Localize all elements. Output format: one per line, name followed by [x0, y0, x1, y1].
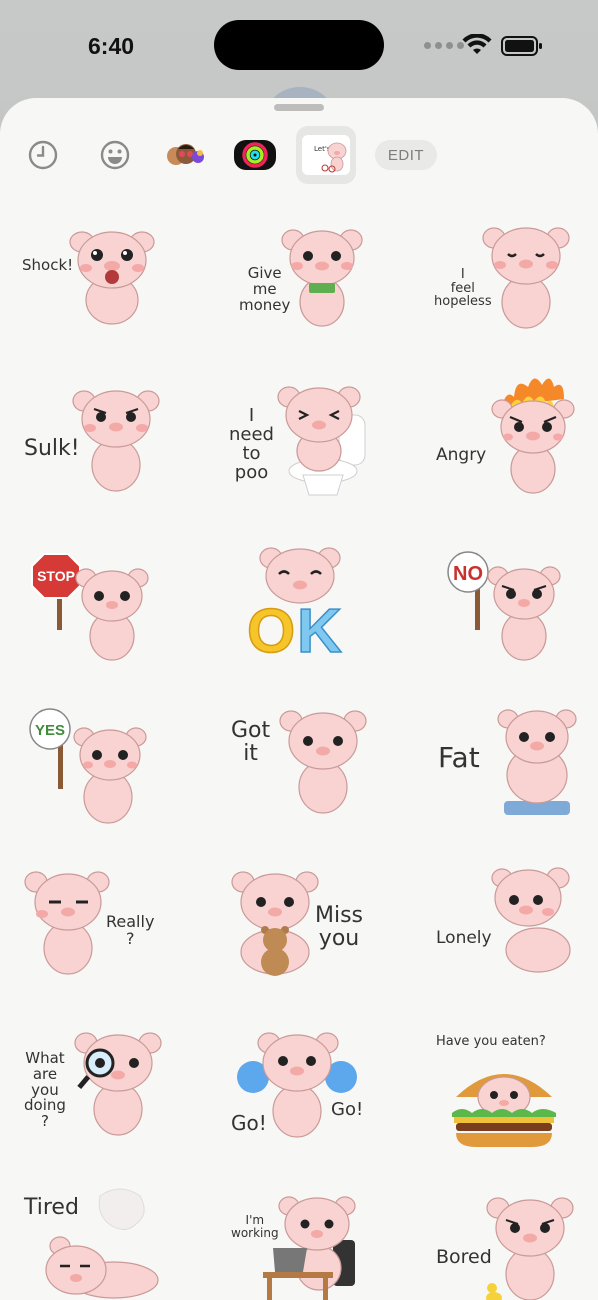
- pig-with-duck-illustration: [486, 1197, 574, 1300]
- clock-icon: [28, 140, 58, 170]
- sticker-miss-you[interactable]: Miss you: [199, 854, 398, 1015]
- pig-with-ok-letters-illustration: O K: [246, 547, 343, 660]
- sticker-sulk[interactable]: Sulk!: [0, 371, 199, 532]
- wifi-icon: [462, 34, 492, 54]
- pig-with-sign-illustration: STOP: [31, 553, 149, 661]
- cellular-signal-icon: [424, 42, 464, 49]
- sticker-label: Fat: [438, 741, 480, 774]
- sticker-label: What are you doing ?: [24, 1049, 66, 1130]
- sign-text: STOP: [37, 568, 75, 584]
- pig-illustration: [281, 229, 363, 327]
- ok-letter-o: O: [247, 597, 295, 660]
- sticker-label: Angry: [436, 445, 487, 465]
- pig-on-scale-illustration: [497, 709, 577, 815]
- pig-illustration: [491, 867, 571, 973]
- sticker-got-it[interactable]: Got it: [199, 693, 398, 854]
- tab-emoji[interactable]: [92, 126, 138, 184]
- sticker-angry[interactable]: Angry: [398, 371, 597, 532]
- tab-pig-sticker-pack[interactable]: Let's go: [296, 126, 356, 184]
- tab-memoji[interactable]: [160, 126, 210, 184]
- tab-recent[interactable]: [20, 126, 66, 184]
- smiley-icon: [100, 140, 130, 170]
- tab-activity[interactable]: [232, 126, 278, 184]
- sticker-sheet: Let's go EDIT Shock! Give me money I fee…: [0, 98, 598, 1300]
- sign-text: YES: [35, 722, 65, 739]
- pig-with-magnifier-illustration: [74, 1032, 162, 1136]
- battery-icon: [501, 36, 542, 56]
- sheet-grabber[interactable]: [274, 104, 324, 111]
- edit-button[interactable]: EDIT: [375, 140, 437, 170]
- pig-illustration: [72, 390, 160, 492]
- pig-lying-down-illustration: [45, 1188, 159, 1299]
- ok-letter-k: K: [297, 597, 342, 660]
- pig-with-sign-illustration: NO: [447, 551, 561, 661]
- sticker-yes[interactable]: YES: [0, 693, 199, 854]
- pig-on-toilet-illustration: [277, 386, 366, 496]
- pig-illustration: [279, 710, 367, 814]
- sticker-have-you-eaten[interactable]: Have you eaten?: [398, 1015, 597, 1176]
- sticker-lonely[interactable]: Lonely: [398, 854, 597, 1015]
- sticker-label: Got it: [231, 718, 271, 767]
- sticker-no[interactable]: NO: [398, 532, 597, 693]
- sticker-tab-bar: Let's go EDIT: [0, 126, 598, 184]
- pig-illustration: [482, 227, 570, 329]
- sticker-go[interactable]: Go! Go!: [199, 1015, 398, 1176]
- pig-with-pompoms-illustration: [237, 1032, 357, 1138]
- sticker-label: Miss you: [315, 903, 364, 952]
- sticker-i-need-to-poo[interactable]: I need to poo: [199, 371, 398, 532]
- sticker-tired[interactable]: Tired: [0, 1176, 199, 1300]
- pig-with-teddy-illustration: [231, 871, 319, 976]
- sticker-i-feel-hopeless[interactable]: I feel hopeless: [398, 210, 597, 371]
- sign-text: NO: [453, 563, 483, 585]
- sticker-give-me-money[interactable]: Give me money: [199, 210, 398, 371]
- pig-illustration: [491, 378, 575, 494]
- activity-rings-icon: [234, 140, 276, 170]
- sticker-really[interactable]: Really ?: [0, 854, 199, 1015]
- status-bar: 6:40: [0, 0, 598, 92]
- sticker-ok[interactable]: O K: [199, 532, 398, 693]
- pig-with-sign-illustration: YES: [29, 708, 147, 824]
- pig-illustration: [69, 231, 155, 325]
- dynamic-island: [214, 20, 384, 70]
- status-time: 6:40: [88, 33, 135, 59]
- sticker-im-working[interactable]: I'm working: [199, 1176, 398, 1300]
- pig-in-burger-illustration: [452, 1074, 556, 1147]
- sticker-label: Have you eaten?: [436, 1034, 546, 1049]
- sticker-label: I need to poo: [229, 405, 274, 483]
- pig-at-desk-illustration: [263, 1196, 356, 1300]
- pig-pack-thumbnail-icon: Let's go: [302, 135, 350, 175]
- sticker-grid: Shock! Give me money I feel hopeless Sul…: [0, 210, 598, 1300]
- sticker-what-are-you-doing[interactable]: What are you doing ?: [0, 1015, 199, 1176]
- pig-illustration: [24, 871, 110, 975]
- sticker-fat[interactable]: Fat: [398, 693, 597, 854]
- memoji-stickers-icon: [167, 144, 204, 165]
- sticker-stop[interactable]: STOP: [0, 532, 199, 693]
- sticker-bored[interactable]: Bored: [398, 1176, 597, 1300]
- sticker-shock[interactable]: Shock!: [0, 210, 199, 371]
